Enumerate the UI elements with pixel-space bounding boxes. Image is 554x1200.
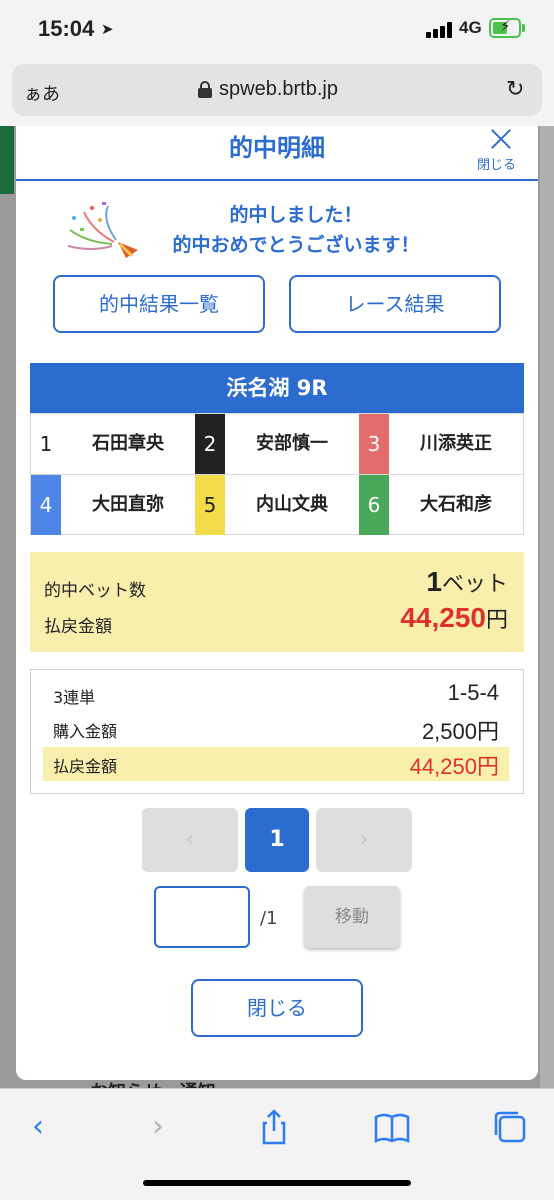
reload-icon[interactable]: ↻ bbox=[506, 77, 524, 102]
race-name: 浜名湖 9R bbox=[30, 363, 524, 413]
congrats-message: 的中しました！ 的中おめでとうございます！ bbox=[136, 200, 456, 260]
racer-cell: 6 大石和彦 bbox=[359, 475, 523, 535]
racer-cell: 4 大田直弥 bbox=[31, 475, 195, 535]
purchase-value: 2,500円 bbox=[421, 719, 499, 744]
status-time: 15:04 bbox=[38, 16, 95, 41]
racer-name: 安部慎一 bbox=[256, 433, 328, 454]
racer-grid: 1 石田章央 2 安部慎一 3 川添英正 4 大田直弥 5 内山文典 6 大石和… bbox=[30, 413, 524, 535]
detail-payout-value: 44,250円 bbox=[409, 754, 499, 779]
racer-number: 3 bbox=[359, 414, 389, 474]
modal-header: 的中明細 閉じる bbox=[16, 126, 538, 181]
payout-value: 44,250円 bbox=[400, 602, 508, 633]
racer-number: 2 bbox=[195, 414, 225, 474]
lock-icon bbox=[198, 81, 212, 98]
page-number-input[interactable] bbox=[154, 886, 250, 948]
racer-cell: 2 安部慎一 bbox=[195, 414, 359, 474]
reader-settings-button[interactable]: ぁあ bbox=[24, 80, 60, 106]
bets-count-value: 1ベット bbox=[426, 566, 508, 597]
next-page-button[interactable]: › bbox=[316, 808, 412, 872]
home-indicator bbox=[143, 1180, 411, 1186]
bet-type: 3連単 bbox=[53, 688, 96, 707]
racer-number: 4 bbox=[31, 475, 61, 535]
payout-label: 払戻金額 bbox=[44, 617, 112, 637]
bets-count-label: 的中ベット数 bbox=[44, 581, 146, 601]
move-button[interactable]: 移動 bbox=[304, 886, 400, 948]
close-label[interactable]: 閉じる bbox=[477, 154, 516, 173]
location-arrow-icon: ➤ bbox=[101, 20, 114, 38]
racer-cell: 1 石田章央 bbox=[31, 414, 195, 474]
prev-page-button[interactable]: ‹ bbox=[142, 808, 238, 872]
racer-name: 川添英正 bbox=[420, 433, 492, 454]
share-icon[interactable] bbox=[254, 1107, 294, 1147]
detail-payout-label: 払戻金額 bbox=[53, 757, 118, 776]
racer-cell: 3 川添英正 bbox=[359, 414, 523, 474]
bet-detail: 3連単 1-5-4 購入金額 2,500円 払戻金額 44,250円 bbox=[30, 669, 524, 794]
close-icon[interactable] bbox=[486, 124, 516, 154]
bookmarks-icon[interactable] bbox=[372, 1107, 412, 1147]
page-scrollbar bbox=[540, 126, 554, 1088]
racer-name: 石田章央 bbox=[92, 433, 164, 454]
hit-detail-modal: 的中明細 閉じる 的中しました！ 的中おめでとうございます！ 的中結果一覧 レー… bbox=[16, 126, 538, 1080]
racer-name: 内山文典 bbox=[256, 494, 328, 515]
url-text[interactable]: spweb.brtb.jp bbox=[219, 78, 338, 101]
page-header-strip bbox=[0, 126, 14, 194]
racer-number: 1 bbox=[31, 414, 61, 474]
racer-number: 5 bbox=[195, 475, 225, 535]
signal-strength-icon bbox=[426, 22, 454, 38]
browser-top-bar: ぁあ spweb.brtb.jp ↻ bbox=[0, 60, 554, 126]
status-bar: 15:04 ➤ 4G ⚡ bbox=[0, 0, 554, 60]
network-type: 4G bbox=[459, 18, 482, 37]
party-popper-icon bbox=[67, 202, 138, 258]
battery-icon: ⚡ bbox=[489, 17, 521, 38]
current-page-button[interactable]: 1 bbox=[245, 808, 309, 872]
forward-icon[interactable]: › bbox=[138, 1107, 178, 1147]
racer-name: 大石和彦 bbox=[420, 494, 492, 515]
congrats-line-1: 的中しました！ bbox=[229, 204, 363, 226]
hit-summary: 的中ベット数 1ベット 払戻金額 44,250円 bbox=[30, 552, 524, 652]
back-icon[interactable]: ‹ bbox=[18, 1107, 58, 1147]
racer-name: 大田直弥 bbox=[92, 494, 164, 515]
racer-cell: 5 内山文典 bbox=[195, 475, 359, 535]
purchase-label: 購入金額 bbox=[53, 722, 118, 741]
modal-title: 的中明細 bbox=[229, 134, 325, 162]
congrats-line-2: 的中おめでとうございます！ bbox=[172, 234, 420, 256]
hit-results-list-button[interactable]: 的中結果一覧 bbox=[53, 275, 265, 333]
close-button[interactable]: 閉じる bbox=[191, 979, 363, 1037]
race-results-button[interactable]: レース結果 bbox=[289, 275, 501, 333]
page-total: /1 bbox=[260, 908, 278, 929]
bet-combination: 1-5-4 bbox=[447, 680, 499, 705]
racer-number: 6 bbox=[359, 475, 389, 535]
tabs-icon[interactable] bbox=[490, 1107, 530, 1147]
address-bar[interactable]: ぁあ spweb.brtb.jp ↻ bbox=[12, 64, 542, 116]
